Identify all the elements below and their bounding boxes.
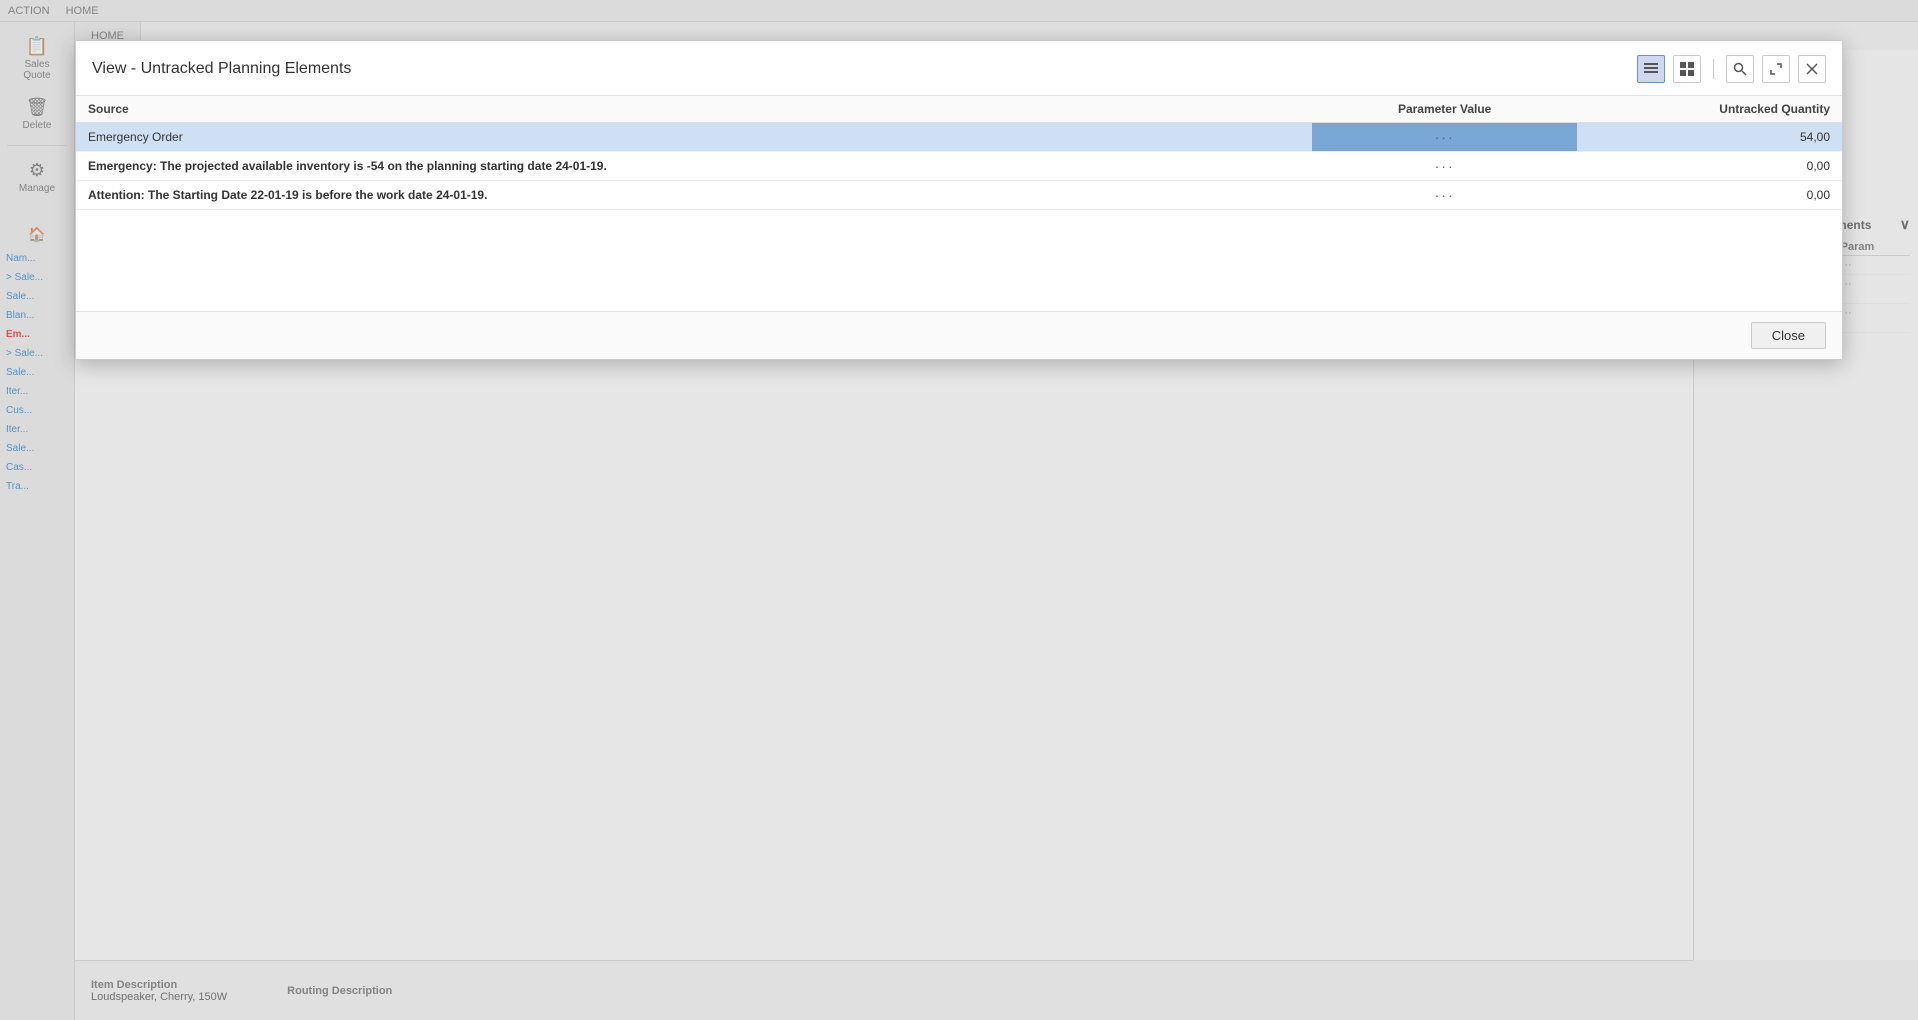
modal-title: View - Untracked Planning Elements (92, 60, 351, 78)
modal-header: View - Untracked Planning Elements (76, 41, 1842, 96)
modal-toolbar (1637, 55, 1826, 83)
grid-view-button[interactable] (1673, 55, 1701, 83)
row-dots-button[interactable]: ··· (1431, 129, 1459, 145)
table-row[interactable]: Emergency Order ··· 54,00 (76, 123, 1842, 152)
expand-button[interactable] (1762, 55, 1790, 83)
row-source-cell: Emergency Order (76, 123, 1312, 152)
row-param-cell: ··· (1312, 123, 1577, 152)
row-qty-cell: 54,00 (1577, 123, 1842, 152)
row-param-cell: ··· (1312, 152, 1577, 181)
table-row[interactable]: Attention: The Starting Date 22-01-19 is… (76, 181, 1842, 210)
row-qty-cell: 0,00 (1577, 152, 1842, 181)
modal-dialog: View - Untracked Planning Elements (75, 40, 1843, 360)
row-param-cell: ··· (1312, 181, 1577, 210)
row-dots-button[interactable]: ··· (1431, 158, 1459, 174)
table-row[interactable]: Emergency: The projected available inven… (76, 152, 1842, 181)
row-qty-cell: 0,00 (1577, 181, 1842, 210)
list-view-button[interactable] (1637, 55, 1665, 83)
modal-table: Source Parameter Value Untracked Quantit… (76, 96, 1842, 311)
close-button[interactable]: Close (1751, 322, 1826, 349)
row-source-cell: Attention: The Starting Date 22-01-19 is… (76, 181, 1312, 210)
toolbar-divider (1713, 59, 1714, 79)
row-dots-button[interactable]: ··· (1431, 187, 1459, 203)
row-source-cell: Emergency: The projected available inven… (76, 152, 1312, 181)
search-button[interactable] (1726, 55, 1754, 83)
col-param: Parameter Value (1312, 96, 1577, 123)
close-icon-button[interactable] (1798, 55, 1826, 83)
col-qty: Untracked Quantity (1577, 96, 1842, 123)
modal-footer: Close (76, 311, 1842, 359)
col-source: Source (76, 96, 1312, 123)
